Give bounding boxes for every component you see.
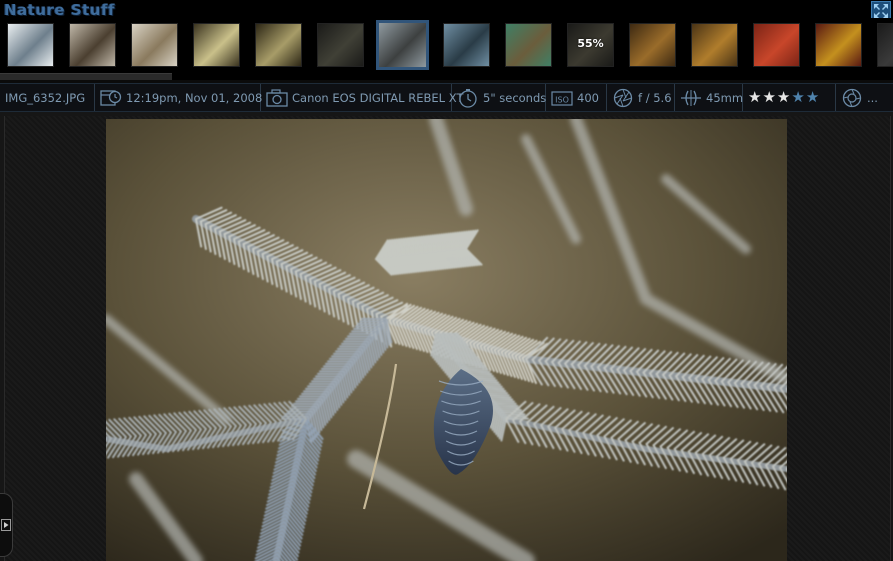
filmstrip-thumbnail[interactable]	[69, 23, 116, 67]
filmstrip-thumbnail[interactable]	[255, 23, 302, 67]
album-title: Nature Stuff	[4, 1, 116, 19]
more-cell[interactable]: ...	[836, 84, 893, 111]
filmstrip-thumbnail[interactable]	[7, 23, 54, 67]
svg-text:ISO: ISO	[555, 95, 569, 104]
filmstrip-thumbnail[interactable]	[505, 23, 552, 67]
filmstrip-thumbnail[interactable]	[753, 23, 800, 67]
aperture-icon	[613, 88, 633, 107]
filmstrip-thumbnail[interactable]	[131, 23, 178, 67]
focal-length-cell: 45mm	[675, 84, 743, 111]
rating-star-icon[interactable]: ★	[791, 90, 804, 105]
focal-length-icon	[681, 89, 701, 106]
timer-icon	[459, 88, 477, 108]
filmstrip-thumbnail[interactable]	[443, 23, 490, 67]
lens-icon	[842, 88, 862, 107]
exposure-cell: 5" seconds	[452, 84, 546, 111]
filmstrip-thumbnail[interactable]: 55%	[567, 23, 614, 67]
rating-star-icon[interactable]: ★	[777, 90, 790, 105]
rating-star-icon[interactable]: ★	[762, 90, 775, 105]
iso-value: 400	[577, 90, 599, 105]
filename-cell: IMG_6352.JPG	[0, 84, 95, 111]
rating-star-icon[interactable]: ★	[748, 90, 761, 105]
camera-icon	[266, 88, 288, 107]
filmstrip-thumbnail[interactable]	[815, 23, 862, 67]
iso-icon: ISO	[551, 90, 573, 106]
filmstrip-thumbnail[interactable]	[376, 20, 429, 70]
exif-info-bar: IMG_6352.JPG 12:19pm, Nov 01, 2008 Canon…	[0, 83, 893, 112]
rating-star-icon[interactable]: ★	[806, 90, 819, 105]
rating-cell[interactable]: ★ ★ ★ ★ ★	[743, 84, 836, 111]
iso-cell: ISO 400	[546, 84, 607, 111]
aperture-value: f / 5.6	[638, 90, 672, 105]
star-rating[interactable]: ★ ★ ★ ★ ★	[748, 90, 819, 105]
side-panel-toggle[interactable]	[0, 493, 13, 557]
thumbnail-loading-percent: 55%	[577, 37, 604, 50]
play-arrow-icon	[1, 519, 11, 531]
filmstrip-thumbnail[interactable]	[317, 23, 364, 67]
focal-length: 45mm	[706, 90, 744, 105]
camera-cell: Canon EOS DIGITAL REBEL XT	[261, 84, 463, 111]
aperture-cell: f / 5.6	[607, 84, 675, 111]
filmstrip-thumbnail[interactable]	[877, 23, 893, 67]
calendar-clock-icon	[100, 89, 122, 106]
filmstrip-thumbnail[interactable]	[691, 23, 738, 67]
filmstrip-thumbnail[interactable]	[629, 23, 676, 67]
filename: IMG_6352.JPG	[5, 90, 86, 105]
main-photo[interactable]	[106, 119, 787, 561]
datetime-cell: 12:19pm, Nov 01, 2008	[95, 84, 263, 111]
datetime: 12:19pm, Nov 01, 2008	[126, 90, 263, 105]
filmstrip: 55%	[0, 18, 893, 72]
main-photo-image	[106, 119, 787, 561]
camera-model: Canon EOS DIGITAL REBEL XT	[292, 90, 464, 105]
more-info[interactable]: ...	[867, 91, 878, 105]
filmstrip-thumbnail[interactable]	[193, 23, 240, 67]
scrollbar-thumb[interactable]	[0, 73, 172, 80]
filmstrip-scrollbar[interactable]	[0, 72, 893, 80]
exposure-time: 5" seconds	[483, 90, 547, 105]
